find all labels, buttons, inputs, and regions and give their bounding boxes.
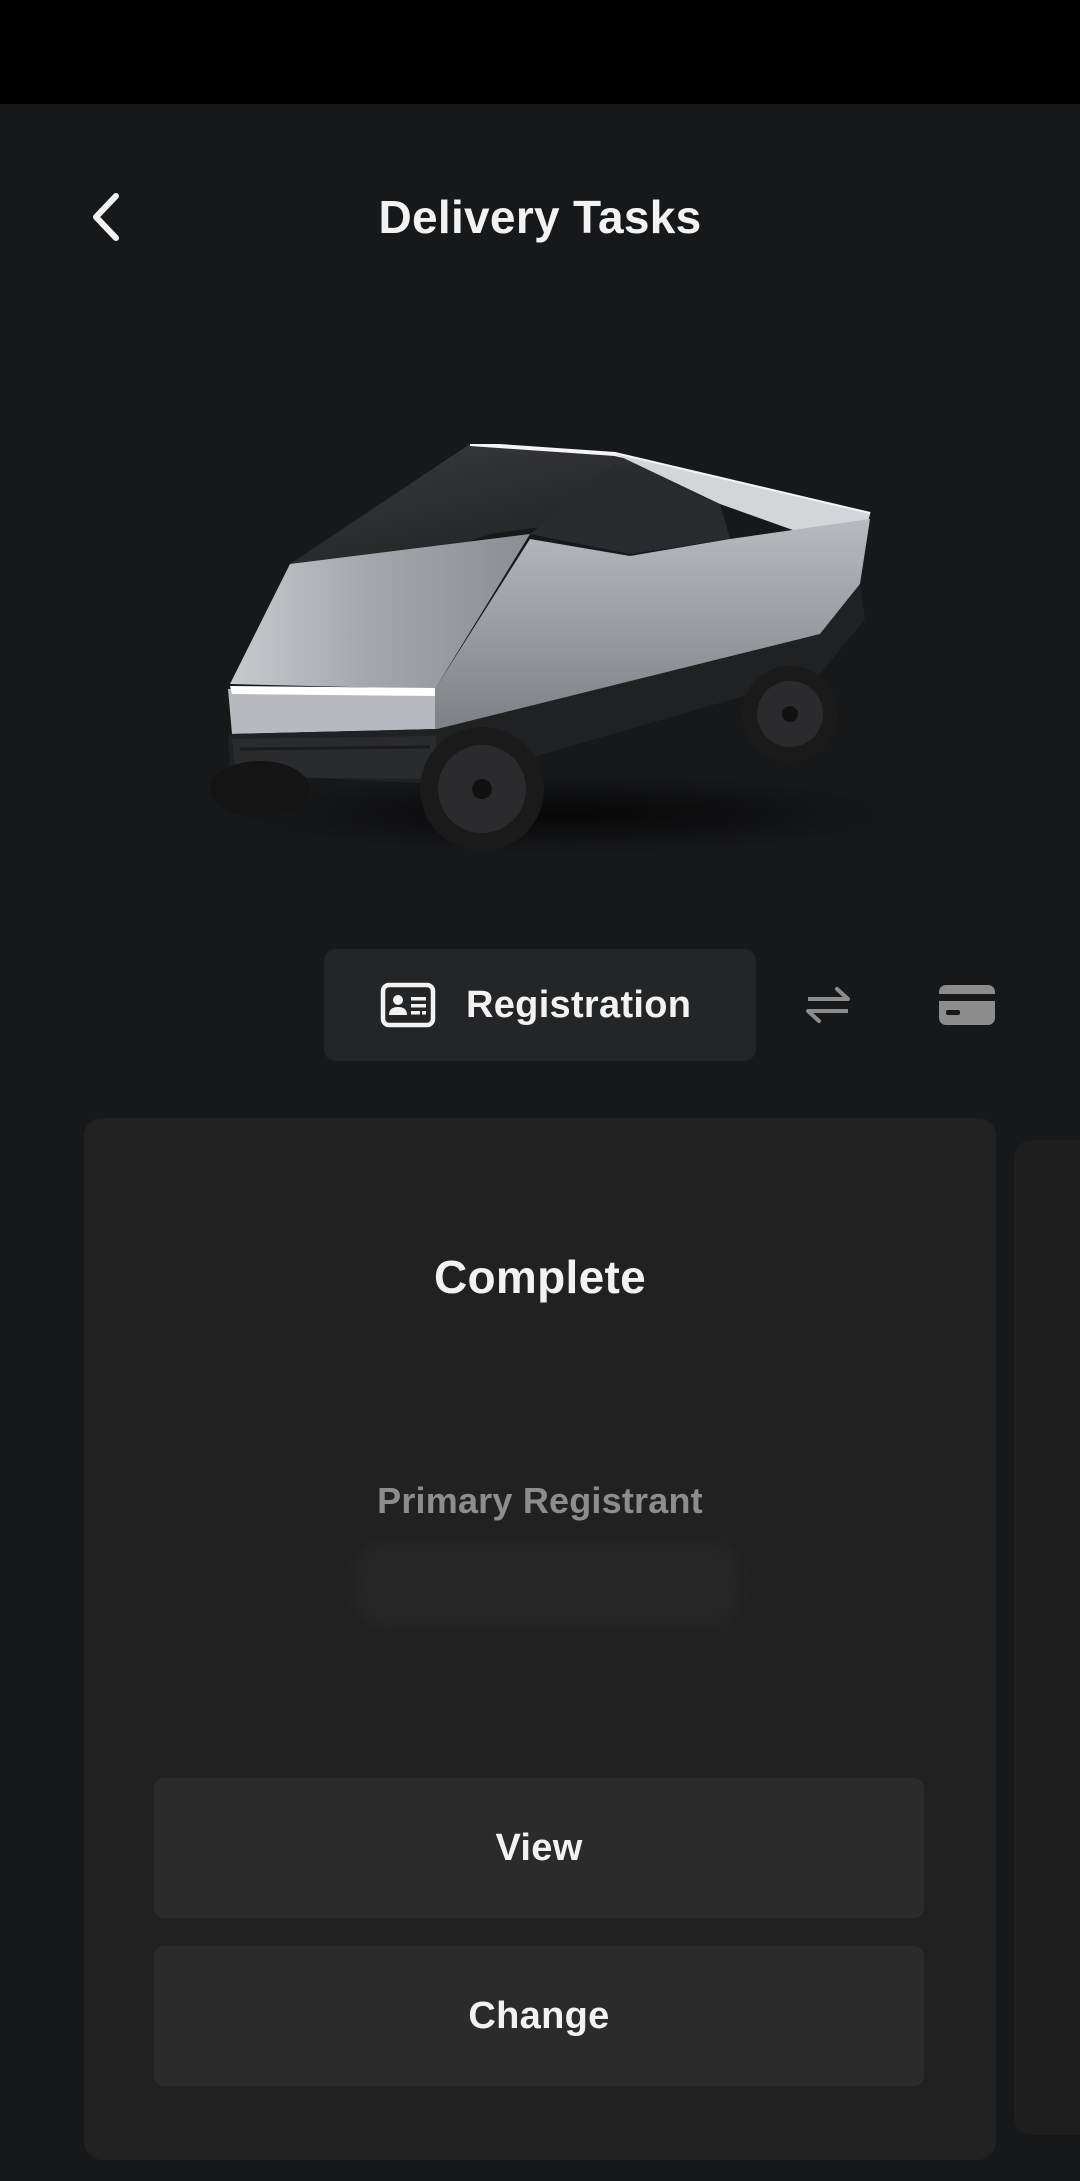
status-title: Complete <box>434 1251 646 1303</box>
transfer-arrows-icon <box>806 987 850 1023</box>
next-task-card[interactable] <box>1014 1140 1080 2135</box>
id-card-icon <box>380 982 436 1028</box>
tab-registration-label: Registration <box>466 983 692 1026</box>
app-screen: Delivery Tasks Registration Complete Pri… <box>0 104 1080 2181</box>
tab-registration[interactable]: Registration <box>324 949 756 1061</box>
view-button[interactable]: View <box>154 1778 924 1918</box>
task-tabs: Registration <box>0 949 1080 1061</box>
payment-card-icon <box>939 985 995 1025</box>
page-title: Delivery Tasks <box>378 191 702 243</box>
header: Delivery Tasks <box>0 104 1080 334</box>
tab-transfer[interactable] <box>796 977 860 1033</box>
registrant-label: Primary Registrant <box>377 1480 703 1521</box>
change-button[interactable]: Change <box>154 1946 924 2086</box>
cybertruck-image <box>200 442 900 894</box>
redacted-registrant-name <box>354 1540 740 1628</box>
status-bar <box>0 0 1080 104</box>
registration-card: Complete Primary Registrant View Change <box>84 1118 996 2160</box>
tab-payment[interactable] <box>930 975 1004 1035</box>
